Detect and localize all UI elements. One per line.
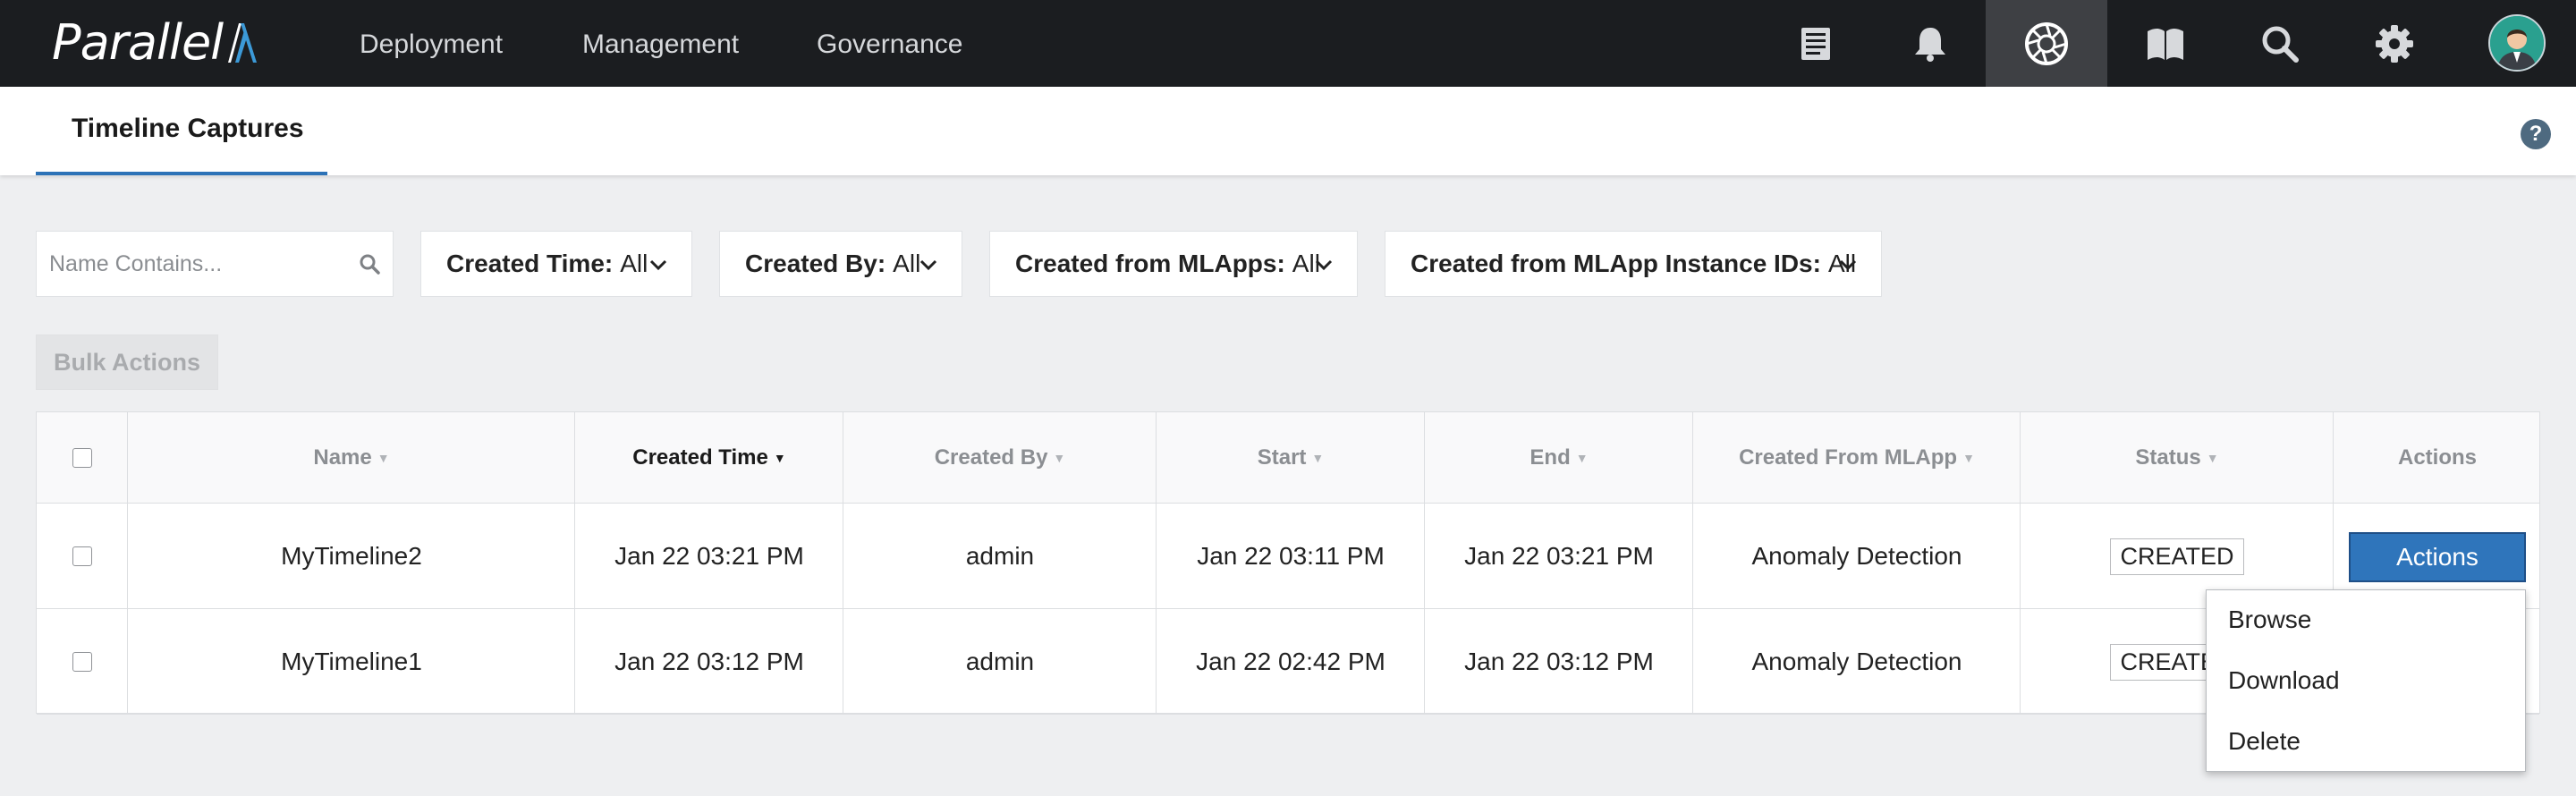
cell-mlapp: Anomaly Detection	[1751, 542, 1962, 570]
menu-item-download[interactable]: Download	[2228, 663, 2340, 699]
column-header-name[interactable]: Name ▼	[128, 412, 575, 504]
actions-button[interactable]: Actions	[2349, 532, 2526, 582]
gear-icon[interactable]	[2336, 0, 2453, 87]
column-header-label: End	[1530, 445, 1571, 470]
cell-mlapp: Anomaly Detection	[1751, 648, 1962, 675]
filter-label: Created By:	[745, 250, 886, 277]
filter-created-time[interactable]: Created Time: All	[420, 231, 692, 297]
filter-label: Created from MLApp Instance IDs:	[1411, 250, 1821, 277]
filter-value: All	[893, 250, 921, 277]
cell-created-time: Jan 22 03:21 PM	[614, 542, 804, 570]
menu-item-delete[interactable]: Delete	[2228, 724, 2301, 759]
actions-dropdown-menu: Browse Download Delete	[2206, 589, 2526, 772]
chevron-down-icon	[649, 259, 667, 271]
search-icon[interactable]	[2222, 0, 2338, 87]
column-header-created-time[interactable]: Created Time ▼	[575, 412, 843, 504]
row-select-cell	[37, 504, 128, 609]
nav-deployment[interactable]: Deployment	[360, 27, 503, 63]
filter-value: All	[620, 250, 648, 277]
cell-created-by: admin	[965, 648, 1035, 675]
column-header-status[interactable]: Status ▼	[2021, 412, 2334, 504]
bulk-actions-button[interactable]: Bulk Actions	[36, 334, 218, 390]
row-checkbox[interactable]	[72, 546, 92, 566]
nav-governance[interactable]: Governance	[817, 27, 962, 63]
select-all-checkbox[interactable]	[72, 448, 92, 468]
sort-caret-icon: ▼	[773, 451, 786, 465]
filter-label: Created from MLApps:	[1015, 250, 1285, 277]
filter-label: Created Time:	[446, 250, 614, 277]
column-header-label: Start	[1257, 445, 1307, 470]
help-icon[interactable]: ?	[2521, 119, 2551, 149]
cell-end: Jan 22 03:12 PM	[1464, 648, 1654, 675]
name-search-input[interactable]	[49, 232, 353, 296]
sort-caret-icon: ▼	[1311, 451, 1325, 465]
chevron-down-icon	[919, 259, 937, 271]
select-all-cell	[37, 412, 128, 504]
timeline-captures-table: Name ▼ Created Time ▼ Created By ▼ Start ▼ E…	[36, 411, 2541, 715]
cell-name[interactable]: MyTimeline1	[128, 609, 575, 715]
user-avatar[interactable]	[2488, 14, 2546, 72]
column-header-created-from-mlapp[interactable]: Created From MLApp ▼	[1693, 412, 2021, 504]
top-navbar: Parallel Deployment Management Governanc…	[0, 0, 2576, 87]
table-row: MyTimeline2 Jan 22 03:21 PM admin Jan 22…	[37, 504, 2539, 609]
status-badge: CREATED	[2110, 538, 2244, 575]
book-icon[interactable]	[2107, 0, 2224, 87]
filter-created-from-mlapp-instance-ids[interactable]: Created from MLApp Instance IDs: All	[1385, 231, 1882, 297]
cell-start: Jan 22 03:11 PM	[1197, 542, 1385, 570]
row-select-cell	[37, 609, 128, 715]
brand-name: Parallel	[52, 13, 224, 71]
cell-end: Jan 22 03:21 PM	[1464, 542, 1654, 570]
cell-start: Jan 22 02:42 PM	[1196, 648, 1385, 675]
brand-logo[interactable]: Parallel	[52, 13, 260, 72]
filter-created-from-mlapps[interactable]: Created from MLApps: All	[989, 231, 1358, 297]
column-header-start[interactable]: Start ▼	[1157, 412, 1425, 504]
cell-name[interactable]: MyTimeline2	[128, 504, 575, 609]
sort-caret-icon: ▼	[1575, 451, 1589, 465]
sort-caret-icon: ▼	[2206, 451, 2219, 465]
chevron-down-icon	[1839, 259, 1857, 271]
column-header-label: Created Time	[632, 445, 768, 470]
sort-caret-icon: ▼	[1962, 451, 1975, 465]
column-header-label: Name	[313, 445, 372, 470]
column-header-label: Created From MLApp	[1739, 445, 1958, 470]
bell-icon[interactable]	[1872, 0, 1988, 87]
column-header-label: Actions	[2397, 445, 2477, 470]
cell-created-time: Jan 22 03:12 PM	[614, 648, 804, 675]
sort-caret-icon: ▼	[377, 451, 390, 465]
column-header-label: Created By	[934, 445, 1048, 470]
tab-timeline-captures-label: Timeline Captures	[72, 114, 304, 143]
chevron-down-icon	[1315, 259, 1333, 271]
sort-caret-icon: ▼	[1053, 451, 1066, 465]
filter-created-by[interactable]: Created By: All	[719, 231, 962, 297]
menu-item-browse[interactable]: Browse	[2228, 602, 2311, 638]
nav-management[interactable]: Management	[582, 27, 739, 63]
cell-created-by: admin	[965, 542, 1035, 570]
column-header-actions: Actions	[2334, 412, 2541, 504]
row-checkbox[interactable]	[72, 652, 92, 672]
page-subheader: Timeline Captures ?	[0, 87, 2576, 175]
search-field-icon	[360, 254, 380, 275]
table-row: MyTimeline1 Jan 22 03:12 PM admin Jan 22…	[37, 609, 2539, 715]
docs-icon[interactable]	[1758, 0, 1874, 87]
column-header-created-by[interactable]: Created By ▼	[843, 412, 1157, 504]
brand-mark-icon	[228, 23, 258, 63]
aperture-icon[interactable]	[1986, 0, 2107, 87]
column-header-end[interactable]: End ▼	[1425, 412, 1693, 504]
name-search	[36, 231, 394, 297]
column-header-label: Status	[2135, 445, 2201, 470]
